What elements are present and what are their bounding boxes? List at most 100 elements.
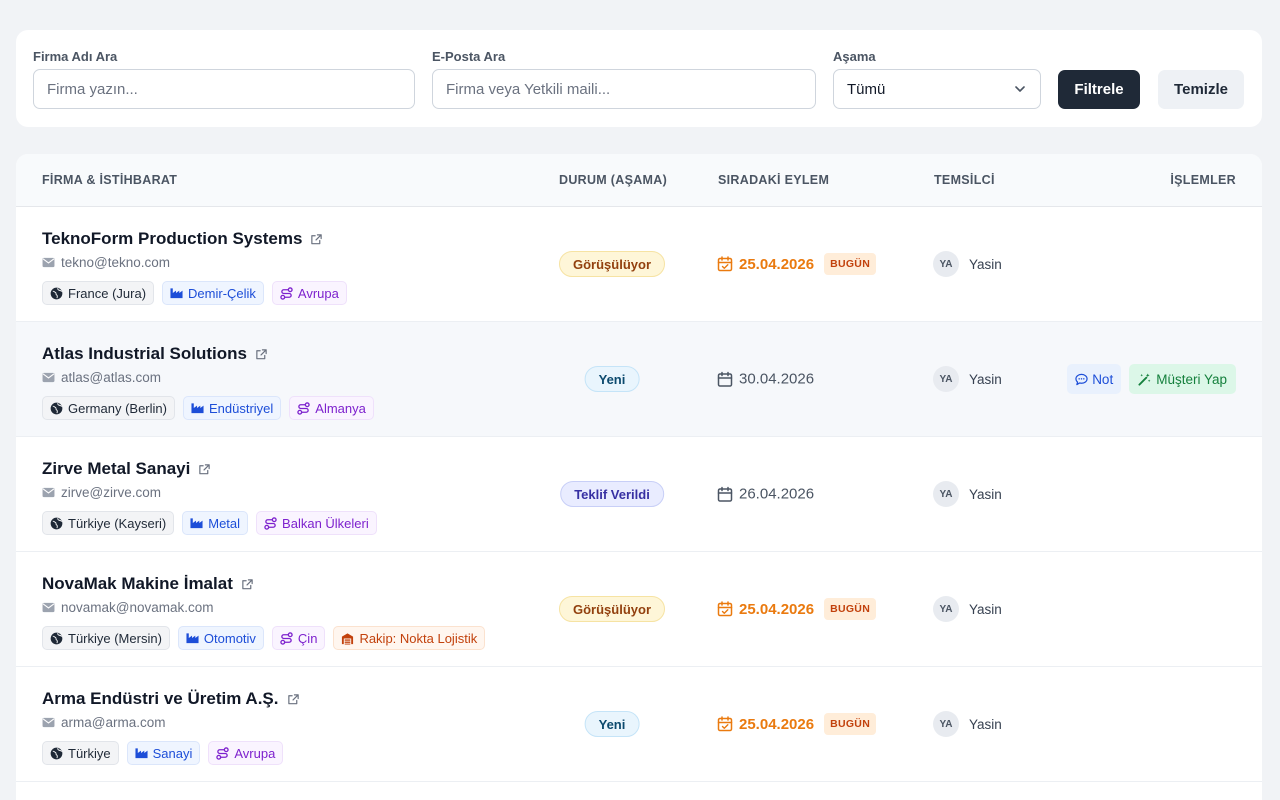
company-search-input[interactable] (33, 69, 415, 109)
factory-icon (190, 517, 203, 529)
external-link-icon[interactable] (287, 693, 300, 706)
table-row[interactable]: TeknoForm Production Systems tekno@tekno… (16, 207, 1262, 322)
status-badge: Görüşülüyor (558, 251, 666, 277)
avatar: YA (933, 711, 959, 737)
route-icon (216, 747, 229, 760)
company-name-text: Zirve Metal Sanayi (42, 459, 191, 478)
globe-icon (50, 632, 63, 645)
external-link-icon[interactable] (241, 578, 254, 591)
location-text: France (Jura) (68, 285, 147, 301)
status-badge: Görüşülüyor (558, 596, 666, 622)
company-email: arma@arma.com (42, 715, 165, 730)
leads-table: FİRMA & İSTİHBARAT DURUM (AŞAMA) SIRADAK… (16, 154, 1262, 800)
clear-button[interactable]: Temizle (1158, 70, 1244, 109)
avatar: YA (933, 481, 959, 507)
company-email-text: arma@arma.com (61, 715, 166, 730)
external-link-icon[interactable] (198, 463, 211, 476)
external-link-icon[interactable] (255, 348, 268, 361)
rep-name: Yasin (969, 601, 1002, 617)
company-email-text: tekno@tekno.com (61, 255, 171, 270)
calendar-icon (717, 486, 733, 502)
header-ops: İŞLEMLER (1170, 173, 1236, 187)
make-customer-button-label: Müşteri Yap (1156, 371, 1227, 387)
region-text: Çin (297, 630, 318, 646)
company-email: atlas@atlas.com (42, 370, 161, 385)
mail-icon (42, 602, 55, 613)
calendar-check-icon (717, 716, 733, 732)
email-search-input[interactable] (432, 69, 816, 109)
company-tags: Türkiye (Mersin) Otomotiv Çin Rakip: Nok… (42, 626, 486, 650)
factory-icon (135, 747, 148, 759)
company-name[interactable]: Zirve Metal Sanayi (42, 459, 211, 479)
header-next-action: SIRADAKİ EYLEM (718, 173, 830, 187)
representative: YA Yasin (933, 366, 1002, 392)
company-email: novamak@novamak.com (42, 600, 214, 615)
factory-icon (186, 632, 199, 644)
rep-name: Yasin (969, 256, 1002, 272)
location-text: Türkiye (Mersin) (68, 630, 162, 646)
sector-tag: Otomotiv (177, 626, 264, 650)
company-name[interactable]: Arma Endüstri ve Üretim A.Ş. (42, 689, 300, 709)
competitor-text: Rakip: Nokta Lojistik (359, 630, 478, 646)
company-name[interactable]: Atlas Industrial Solutions (42, 344, 268, 364)
row-actions: Not Müşteri Yap (1067, 364, 1236, 394)
stage-select[interactable]: Tümü (833, 69, 1041, 109)
table-row[interactable]: Zirve Metal Sanayi zirve@zirve.com Türki… (16, 437, 1262, 552)
sector-text: Endüstriyel (208, 400, 274, 416)
next-action-date: 26.04.2026 (739, 485, 815, 503)
filter-button[interactable]: Filtrele (1058, 70, 1140, 109)
location-tag: Türkiye (Mersin) (42, 626, 170, 650)
rep-name: Yasin (969, 371, 1002, 387)
table-row[interactable]: NovaMak Makine İmalat novamak@novamak.co… (16, 552, 1262, 667)
warehouse-icon (341, 632, 354, 645)
route-icon (264, 517, 277, 530)
filter-panel: Firma Adı Ara E-Posta Ara Aşama Tümü Fil… (16, 30, 1262, 127)
next-action: 26.04.2026 (717, 486, 814, 503)
competitor-tag: Rakip: Nokta Lojistik (333, 626, 486, 650)
company-email-text: novamak@novamak.com (61, 600, 214, 615)
make-customer-button[interactable]: Müşteri Yap (1129, 364, 1236, 394)
mail-icon (42, 372, 55, 383)
region-text: Balkan Ülkeleri (282, 515, 369, 531)
globe-icon (50, 287, 63, 300)
company-tags: France (Jura) Demir-Çelik Avrupa (42, 281, 347, 305)
table-row[interactable]: Atlas Industrial Solutions atlas@atlas.c… (16, 322, 1262, 437)
location-tag: Türkiye (42, 741, 119, 765)
region-text: Avrupa (297, 285, 339, 301)
external-link-icon[interactable] (310, 233, 323, 246)
company-name[interactable]: TeknoForm Production Systems (42, 229, 323, 249)
next-action-date: 25.04.2026 (739, 600, 815, 618)
stage-select-label: Aşama (833, 49, 876, 64)
today-badge: BUGÜN (824, 598, 877, 620)
next-action: 30.04.2026 (717, 371, 814, 388)
company-name[interactable]: NovaMak Makine İmalat (42, 574, 254, 594)
region-text: Almanya (315, 400, 366, 416)
calendar-check-icon (717, 601, 733, 617)
representative: YA Yasin (933, 251, 1002, 277)
company-tags: Türkiye (Kayseri) Metal Balkan Ülkeleri (42, 511, 377, 535)
company-email-text: zirve@zirve.com (61, 485, 161, 500)
location-text: Türkiye (68, 745, 111, 761)
region-tag: Almanya (289, 396, 374, 420)
factory-icon (191, 402, 204, 414)
table-row[interactable]: Arma Endüstri ve Üretim A.Ş. arma@arma.c… (16, 667, 1262, 782)
status-badge: Yeni (584, 711, 640, 737)
factory-icon (170, 287, 183, 299)
header-rep: TEMSİLCİ (934, 173, 995, 187)
representative: YA Yasin (933, 596, 1002, 622)
sector-text: Otomotiv (203, 630, 256, 646)
company-tags: Germany (Berlin) Endüstriyel Almanya (42, 396, 374, 420)
table-header: FİRMA & İSTİHBARAT DURUM (AŞAMA) SIRADAK… (16, 154, 1262, 207)
next-action: 25.04.2026 BUGÜN (717, 713, 877, 735)
route-icon (280, 632, 293, 645)
next-action-date: 25.04.2026 (739, 715, 815, 733)
avatar: YA (933, 366, 959, 392)
company-email: zirve@zirve.com (42, 485, 161, 500)
status-badge: Teklif Verildi (560, 481, 664, 507)
next-action: 25.04.2026 BUGÜN (717, 253, 877, 275)
chat-icon (1075, 373, 1088, 386)
rep-name: Yasin (969, 486, 1002, 502)
representative: YA Yasin (933, 481, 1002, 507)
note-button[interactable]: Not (1067, 364, 1122, 394)
today-badge: BUGÜN (824, 713, 877, 735)
